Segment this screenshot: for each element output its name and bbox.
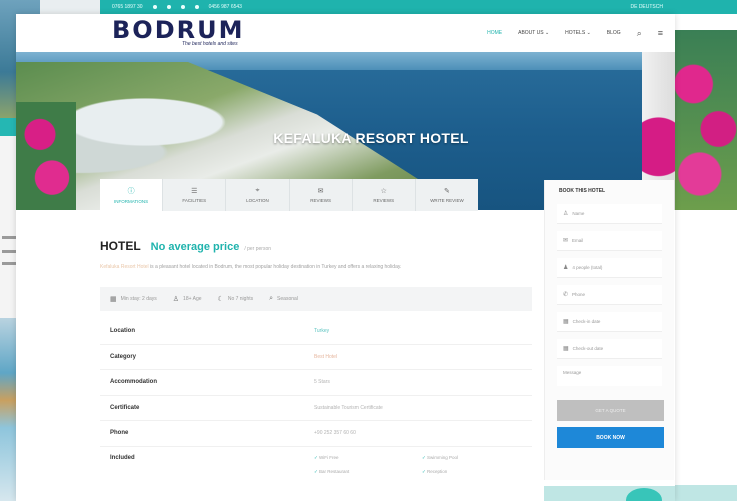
menu-icon[interactable]: ≡ xyxy=(658,28,663,38)
background-flowers xyxy=(675,30,737,210)
meta-nights: ☾ No 7 nights xyxy=(217,296,254,303)
user-icon: ♙ xyxy=(563,211,569,217)
language-selector[interactable]: DE DEUTSCH xyxy=(630,4,663,10)
comment-icon: ✉ xyxy=(317,188,324,195)
main-nav: HOME ABOUT US ⌄ HOTELS ⌄ BLOG ⌕ ≡ xyxy=(487,28,663,39)
hotel-info-table: Location Turkey Category Best Hotel Acco… xyxy=(100,319,532,487)
user-icon: ♙ xyxy=(172,296,180,303)
mail-icon: ✉ xyxy=(563,238,569,244)
booking-form: BOOK THIS HOTEL ♙ Name ✉ Email ♟ 4 peopl… xyxy=(544,180,674,480)
phone-icon: ✆ xyxy=(563,292,569,298)
main-page: KEFALUKA RESORT HOTEL BODRUM The best ho… xyxy=(16,14,675,501)
message-field[interactable]: Message xyxy=(557,366,662,386)
meta-season: ⌕ Seasonal xyxy=(269,295,298,302)
checkout-field[interactable]: ▦ Check-out date xyxy=(557,339,662,359)
search-icon: ⌕ xyxy=(269,295,274,302)
hotel-heading: HOTEL xyxy=(100,239,141,253)
phone-text: 0765 1897 30 xyxy=(112,4,143,10)
book-now-button[interactable]: BOOK NOW xyxy=(557,427,664,448)
site-logo[interactable]: BODRUM The best hotels and sites xyxy=(112,18,244,47)
included-list: WiFi Free Swimming Pool Bar Restaurant R… xyxy=(314,455,522,475)
nav-blog[interactable]: BLOG xyxy=(607,30,621,36)
social-icon[interactable] xyxy=(166,5,171,9)
included-item: Swimming Pool xyxy=(422,455,522,461)
tab-write-review[interactable]: ✎ WRITE REVIEW xyxy=(416,179,478,211)
pin-icon: ⌖ xyxy=(255,187,260,194)
star-icon: ☆ xyxy=(380,188,387,195)
calendar-icon: ▦ xyxy=(563,346,569,352)
meta-age: ♙ 18+ Age xyxy=(172,296,202,303)
info-row-included: Included WiFi Free Swimming Pool Bar Res… xyxy=(100,447,532,487)
hotel-meta-bar: ▦ Min stay: 2 days ♙ 18+ Age ☾ No 7 nigh… xyxy=(100,287,532,311)
info-row: Certificate Sustainable Tourism Certific… xyxy=(100,396,532,421)
social-icon[interactable] xyxy=(152,5,157,9)
get-quote-button[interactable]: GET A QUOTE xyxy=(557,400,664,421)
site-header: BODRUM The best hotels and sites HOME AB… xyxy=(100,14,675,52)
background-right-page xyxy=(675,0,737,501)
hero-title: KEFALUKA RESORT HOTEL xyxy=(273,130,469,146)
info-row: Category Best Hotel xyxy=(100,345,532,370)
calendar-icon: ▦ xyxy=(110,296,117,303)
price-unit: / per person xyxy=(244,246,272,252)
chat-bubble[interactable] xyxy=(626,488,662,501)
email-text: 0456 987 6543 xyxy=(208,4,242,10)
pen-icon: ✎ xyxy=(444,188,450,195)
info-row: Accommodation 5 Stars xyxy=(100,370,532,396)
tab-facilities[interactable]: ☰ FACILITIES xyxy=(163,179,227,211)
users-icon: ♟ xyxy=(563,265,569,271)
tab-informations[interactable]: ⓘ INFORMATIONS xyxy=(100,179,164,211)
booking-title: BOOK THIS HOTEL xyxy=(559,188,606,194)
hotel-description: Kefaluka Resort Hotel is a pleasant hote… xyxy=(100,264,402,270)
tab-reviews[interactable]: ✉ REVIEWS xyxy=(290,179,353,211)
hotel-content: HOTEL No average price / per person Kefa… xyxy=(100,239,532,487)
meta-min-stay: ▦ Min stay: 2 days xyxy=(110,296,157,303)
checkin-field[interactable]: ▦ Check-in date xyxy=(557,312,662,332)
moon-icon: ☾ xyxy=(217,296,224,303)
nav-about[interactable]: ABOUT US ⌄ xyxy=(518,30,549,36)
included-item: Bar Restaurant xyxy=(314,469,422,475)
price-text: No average price xyxy=(150,241,240,253)
social-icon[interactable] xyxy=(180,5,185,9)
bottom-teal-band xyxy=(544,486,675,501)
info-row: Phone +90 252 357 60 60 xyxy=(100,421,532,447)
email-field[interactable]: ✉ Email xyxy=(557,231,662,251)
social-icon[interactable] xyxy=(194,5,199,9)
hero-flowers xyxy=(16,102,76,210)
phone-field[interactable]: ✆ Phone xyxy=(557,285,662,305)
info-row: Location Turkey xyxy=(100,319,532,345)
nav-hotels[interactable]: HOTELS ⌄ xyxy=(565,30,591,36)
tab-location[interactable]: ⌖ LOCATION xyxy=(226,179,290,211)
people-field[interactable]: ♟ 4 people (total) xyxy=(557,258,662,278)
top-bar: 0765 1897 30 0456 987 6543 DE DEUTSCH xyxy=(100,0,675,14)
included-item: Reception xyxy=(422,469,522,475)
included-item: WiFi Free xyxy=(314,455,422,461)
tab-reviews-2[interactable]: ☆ REVIEWS xyxy=(353,179,416,211)
nav-home[interactable]: HOME xyxy=(487,30,502,36)
name-field[interactable]: ♙ Name xyxy=(557,204,662,224)
calendar-icon: ▦ xyxy=(563,319,569,325)
search-icon[interactable]: ⌕ xyxy=(637,28,642,39)
info-icon: ⓘ xyxy=(127,188,135,195)
list-icon: ☰ xyxy=(191,188,198,195)
hotel-tabs: ⓘ INFORMATIONS ☰ FACILITIES ⌖ LOCATION ✉… xyxy=(100,179,478,211)
